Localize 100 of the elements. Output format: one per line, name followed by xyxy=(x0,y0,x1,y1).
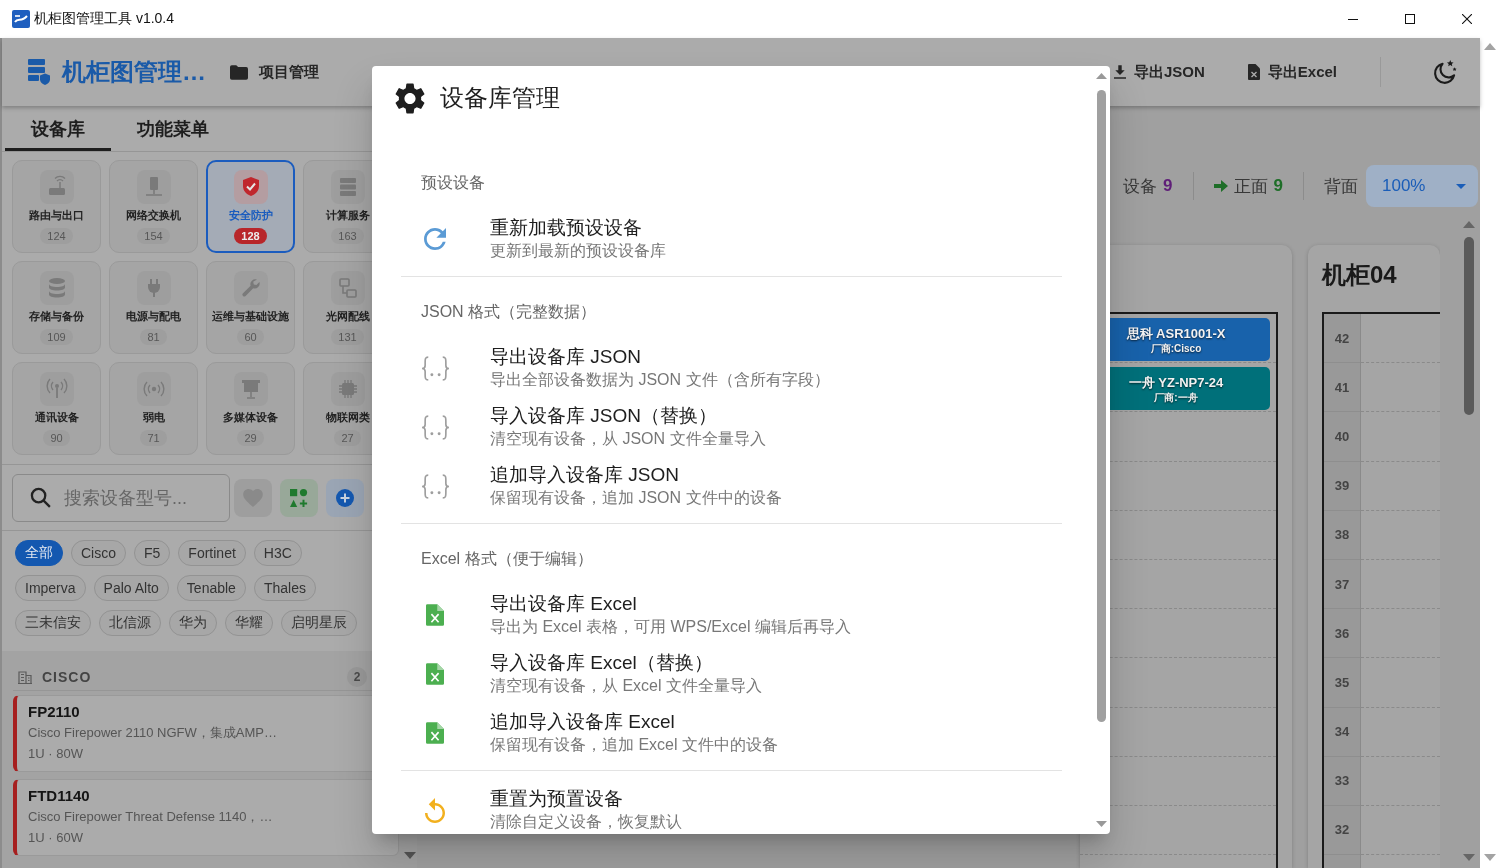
project-menu-button[interactable]: 项目管理 xyxy=(230,54,319,90)
download-icon xyxy=(1113,65,1126,79)
filter-chip[interactable]: Cisco xyxy=(71,540,126,566)
filter-chip[interactable]: Tenable xyxy=(176,575,246,601)
scroll-down-icon[interactable] xyxy=(404,852,416,859)
scroll-down-icon[interactable] xyxy=(1463,854,1475,861)
search-field[interactable]: 搜索设备型号... xyxy=(12,474,230,522)
antenna-icon xyxy=(39,372,74,406)
library-action[interactable]: 重置为预置设备 清除自定义设备，恢复默认 xyxy=(421,781,1062,834)
filter-chip[interactable]: Palo Alto xyxy=(93,575,169,601)
filter-chip[interactable]: 华为 xyxy=(169,610,217,636)
library-action[interactable]: 追加导入设备库 Excel 保留现有设备，追加 Excel 文件中的设备 xyxy=(421,704,1062,763)
reset-arrow-icon xyxy=(425,797,445,823)
section-label: 预设设备 xyxy=(421,173,486,193)
rack-unit-number: 42 xyxy=(1324,314,1360,364)
server-shield-icon xyxy=(28,59,50,85)
category-card[interactable]: 多媒体设备 29 xyxy=(206,362,295,455)
count-badge: 81 xyxy=(140,329,167,345)
filter-chip[interactable]: 全部 xyxy=(15,540,63,566)
device-description: Cisco Firepower Threat Defense 1140，… xyxy=(28,808,274,826)
refresh-icon xyxy=(424,228,446,250)
filter-chip[interactable]: 启明星辰 xyxy=(281,610,357,636)
vendor-group-title: CISCO xyxy=(42,669,92,685)
broadcast-icon xyxy=(136,372,171,406)
rack-unit-number: 38 xyxy=(1324,510,1360,560)
shapes-plus-icon xyxy=(290,489,308,507)
rack-unit-number: 32 xyxy=(1324,805,1360,856)
count-badge: 128 xyxy=(234,228,267,244)
rack-unit-number: 37 xyxy=(1324,559,1360,610)
search-icon xyxy=(30,487,51,508)
scroll-up-icon[interactable] xyxy=(1096,73,1107,79)
stat-label: 背面 xyxy=(1324,175,1358,198)
export-button[interactable]: 导出Excel xyxy=(1247,54,1337,90)
library-action[interactable]: 导出设备库 JSON 导出全部设备数据为 JSON 文件（含所有字段） xyxy=(421,339,1062,398)
building-icon xyxy=(18,670,32,684)
spreadsheet-file-icon xyxy=(426,663,444,685)
stat-label: 设备 xyxy=(1123,175,1158,198)
sidebar-tab[interactable]: 功能菜单 xyxy=(111,106,235,151)
category-card[interactable]: 安全防护 128 xyxy=(206,160,295,253)
count-badge: 131 xyxy=(331,329,364,345)
filter-chip[interactable]: Fortinet xyxy=(178,540,246,566)
chip-icon xyxy=(330,372,365,406)
filter-chip[interactable]: F5 xyxy=(134,540,171,566)
scroll-down-icon[interactable] xyxy=(1484,854,1496,861)
code-braces-icon xyxy=(420,473,450,499)
shapes-button[interactable] xyxy=(280,479,318,517)
library-action[interactable]: 导出设备库 Excel 导出为 Excel 表格，可用 WPS/Excel 编辑后再导入 xyxy=(421,586,1062,645)
category-card[interactable]: 电源与配电 81 xyxy=(109,261,198,354)
rack-unit-number: 41 xyxy=(1324,363,1360,413)
scrollbar-thumb[interactable] xyxy=(1464,237,1474,415)
count-badge: 90 xyxy=(43,430,70,446)
filter-chip[interactable]: Thales xyxy=(253,575,316,601)
stat-label: 正面 xyxy=(1233,175,1268,198)
folder-icon xyxy=(230,64,248,80)
close-icon xyxy=(1461,14,1472,24)
category-card[interactable]: 网络交换机 154 xyxy=(109,160,198,253)
device-card[interactable]: FTD1140 Cisco Firepower Threat Defense 1140，… 1U · 60W xyxy=(13,779,399,856)
spreadsheet-file-icon xyxy=(1247,64,1260,80)
scroll-down-icon[interactable] xyxy=(1096,821,1107,827)
device-vendor: 厂商:Cisco xyxy=(1150,341,1202,355)
filter-chip[interactable]: 北信源 xyxy=(99,610,161,636)
device-spec: 1U · 80W xyxy=(28,745,84,763)
category-card[interactable]: 路由与出口 124 xyxy=(12,160,101,253)
library-action[interactable]: 导入设备库 JSON（替换） 清空现有设备，从 JSON 文件全量导入 xyxy=(421,398,1062,457)
library-action[interactable]: 导入设备库 Excel（替换） 清空现有设备，从 Excel 文件全量导入 xyxy=(421,645,1062,704)
count-badge: 124 xyxy=(40,228,73,244)
filter-chip[interactable]: 三未信安 xyxy=(15,610,91,636)
count-badge: 109 xyxy=(40,329,73,345)
scroll-up-icon[interactable] xyxy=(1463,221,1475,228)
dialog-title: 设备库管理 xyxy=(440,83,560,113)
category-card[interactable]: 运维与基础设施 60 xyxy=(206,261,295,354)
favorites-button[interactable] xyxy=(234,479,272,517)
scrollbar-thumb[interactable] xyxy=(1097,90,1106,722)
server-tower-icon xyxy=(136,170,171,204)
sidebar-tab[interactable]: 设备库 xyxy=(5,106,111,151)
code-braces-icon xyxy=(420,355,450,381)
filter-chip[interactable]: 华耀 xyxy=(225,610,273,636)
arrow-right-icon xyxy=(1213,180,1228,192)
section-label: Excel 格式（便于编辑） xyxy=(421,549,594,569)
library-action[interactable]: 追加导入设备库 JSON 保留现有设备，追加 JSON 文件中的设备 xyxy=(421,457,1062,516)
filter-chip[interactable]: H3C xyxy=(253,540,302,566)
device-vendor: 厂商:一舟 xyxy=(1154,390,1198,404)
stat-count: 9 xyxy=(1163,176,1173,196)
category-card[interactable]: 存储与备份 109 xyxy=(12,261,101,354)
maximize-icon xyxy=(1404,14,1415,24)
category-card[interactable]: 通讯设备 90 xyxy=(12,362,101,455)
stat-count: 9 xyxy=(1273,176,1283,196)
cabinet-title: 机柜04 xyxy=(1322,260,1398,290)
filter-chip[interactable]: Imperva xyxy=(15,575,86,601)
count-badge: 163 xyxy=(331,228,364,244)
app-title: 机柜图管理… xyxy=(62,57,206,87)
scroll-up-icon[interactable] xyxy=(1484,43,1496,50)
library-action[interactable]: 重新加载预设设备 更新到最新的预设设备库 xyxy=(421,210,1062,269)
count-badge: 154 xyxy=(137,228,170,244)
export-button[interactable]: 导出JSON xyxy=(1113,54,1205,90)
database-icon xyxy=(39,271,74,305)
spreadsheet-file-icon xyxy=(426,722,444,744)
app-logo-icon xyxy=(12,10,30,28)
add-button[interactable] xyxy=(326,479,364,517)
category-card[interactable]: 弱电 71 xyxy=(109,362,198,455)
